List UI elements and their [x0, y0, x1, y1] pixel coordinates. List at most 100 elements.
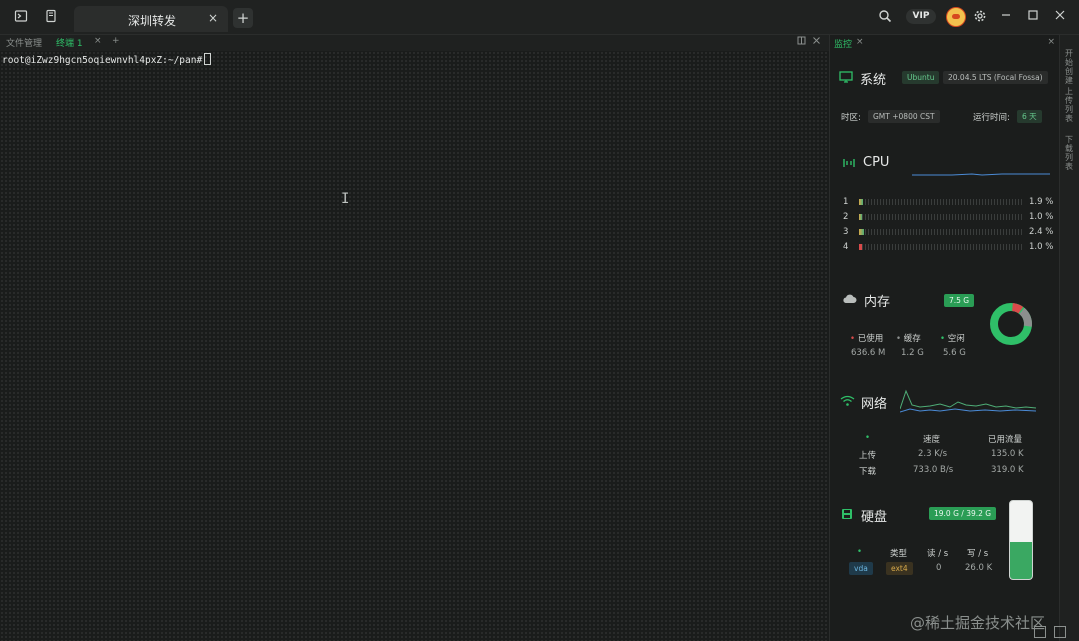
vip-badge[interactable]: VIP [906, 9, 936, 24]
memory-cache-value: 1.2 G [901, 348, 924, 358]
cpu-core-id: 3 [843, 227, 849, 237]
uptime-badge: 6 天 [1017, 110, 1042, 123]
legend-cache: • 缓存 [896, 332, 921, 344]
cpu-core-id: 1 [843, 197, 849, 207]
network-dot: • [865, 433, 871, 443]
cpu-core-bar [859, 244, 1024, 250]
close-icon[interactable] [1052, 8, 1068, 24]
legend-dot: • [896, 334, 902, 344]
cpu-core-bar [859, 229, 1024, 235]
terminal-cursor [204, 53, 212, 65]
disk-fs-badge: ext4 [886, 562, 913, 575]
legend-cache-label: 缓存 [903, 334, 921, 344]
upload-label: 上传 [859, 451, 877, 461]
cpu-core-percent: 2.4 % [1029, 227, 1054, 237]
cpu-core-percent: 1.0 % [1029, 212, 1054, 222]
disk-read-value: 0 [936, 563, 942, 573]
cpu-title: CPU [863, 155, 890, 170]
tab-terminal-1[interactable]: 终端 1 [56, 36, 83, 49]
cpu-core-fill [859, 244, 862, 250]
terminal-tab-close-button[interactable]: × [94, 36, 102, 46]
cpu-core-bar [859, 214, 1024, 220]
disk-col-write: 写 / s [967, 549, 989, 559]
download-used: 319.0 K [991, 465, 1024, 475]
cpu-core-fill [859, 229, 864, 235]
upload-speed: 2.3 K/s [918, 449, 948, 459]
disk-icon [841, 508, 853, 523]
legend-used-label: 已使用 [857, 334, 884, 344]
watermark: @稀土掘金技术社区 [910, 614, 1046, 632]
add-tab-button[interactable]: + [233, 8, 253, 28]
maximize-icon[interactable] [1025, 8, 1041, 24]
download-speed: 733.0 B/s [913, 465, 954, 475]
legend-free: • 空闲 [940, 332, 965, 344]
cpu-core-percent: 1.0 % [1029, 242, 1054, 252]
monitor-close-button[interactable]: × [1047, 37, 1055, 47]
search-icon[interactable] [877, 9, 893, 25]
square-icon[interactable] [1054, 626, 1066, 638]
split-icon[interactable] [797, 36, 806, 48]
close-icon[interactable] [812, 36, 821, 48]
tab-close-button[interactable]: × [208, 11, 218, 25]
cpu-core-percent: 1.9 % [1029, 197, 1054, 207]
terminal-area[interactable]: root@iZwz9hgcn5oqiewnvhl4pxZ:~/pan# I [0, 51, 829, 641]
memory-used-value: 636.6 M [851, 348, 886, 358]
terminal-prompt-line: root@iZwz9hgcn5oqiewnvhl4pxZ:~/pan# [2, 53, 212, 66]
add-terminal-button[interactable]: + [112, 36, 120, 46]
text-cursor-icon: I [341, 191, 350, 207]
memory-donut [990, 303, 1032, 345]
legend-used: • 已使用 [850, 332, 883, 344]
disk-write-value: 26.0 K [965, 563, 993, 573]
tab-monitor[interactable]: 监控 [834, 37, 852, 50]
legend-free-label: 空闲 [947, 334, 965, 344]
side-item-start[interactable]: 开始创建 [1064, 49, 1074, 85]
legend-dot: • [850, 334, 856, 344]
timezone-label: 时区: [841, 113, 861, 123]
side-item-download-list[interactable]: 下载列表 [1064, 135, 1074, 171]
network-col-used: 已用流量 [988, 435, 1023, 445]
copy-icon[interactable] [1034, 626, 1046, 638]
timezone-badge: GMT +0800 CST [868, 110, 940, 123]
memory-free-value: 5.6 G [943, 348, 966, 358]
disk-usage-gauge [1009, 500, 1033, 580]
network-title: 网络 [861, 397, 888, 412]
monitor-tab-close-button[interactable]: × [856, 37, 864, 47]
cpu-core-fill [859, 199, 863, 205]
terminal-prompt: root@iZwz9hgcn5oqiewnvhl4pxZ:~/pan# [2, 55, 203, 66]
sub-tab-bar: 文件管理 终端 1 × + [0, 35, 829, 51]
book-icon[interactable] [43, 9, 59, 25]
settings-icon[interactable] [972, 9, 988, 25]
os-version-badge: 20.04.5 LTS (Focal Fossa) [943, 71, 1048, 84]
cloud-icon [842, 293, 857, 307]
memory-title: 内存 [864, 295, 891, 310]
monitor-icon [839, 71, 853, 86]
tab-file-manager[interactable]: 文件管理 [6, 36, 42, 49]
disk-device-badge: vda [849, 562, 873, 575]
minimize-icon[interactable] [998, 8, 1014, 24]
uptime-label: 运行时间: [973, 113, 1010, 123]
upload-used: 135.0 K [991, 449, 1024, 459]
terminal-icon[interactable] [13, 9, 29, 25]
avatar[interactable] [946, 7, 966, 27]
disk-title: 硬盘 [861, 510, 888, 525]
cpu-icon [842, 157, 856, 172]
memory-total-badge: 7.5 G [944, 294, 975, 307]
cpu-core-id: 2 [843, 212, 849, 222]
cpu-core-fill [859, 214, 862, 220]
system-title: 系统 [860, 73, 887, 88]
os-badge: Ubuntu [902, 71, 940, 84]
disk-col-read: 读 / s [927, 549, 949, 559]
disk-usage-fill [1010, 541, 1032, 579]
tab-shenzhen[interactable]: 深圳转发 × [74, 6, 228, 32]
side-strip: 开始创建 上传列表 下载列表 [1059, 35, 1079, 641]
cpu-core-id: 4 [843, 242, 849, 252]
disk-dot: • [857, 547, 863, 557]
side-item-upload-list[interactable]: 上传列表 [1064, 87, 1074, 123]
network-sparkline [900, 389, 1036, 413]
disk-usage-badge: 19.0 G / 39.2 G [929, 507, 997, 520]
title-bar: 深圳转发 × + VIP [0, 0, 1079, 35]
cpu-sparkline [912, 173, 1050, 176]
monitor-panel: 监控 × × 系统 Ubuntu 20.04.5 LTS (Focal Foss… [829, 35, 1059, 641]
monitor-header: 监控 × × [830, 35, 1059, 51]
tab-title: 深圳转发 [128, 14, 177, 28]
